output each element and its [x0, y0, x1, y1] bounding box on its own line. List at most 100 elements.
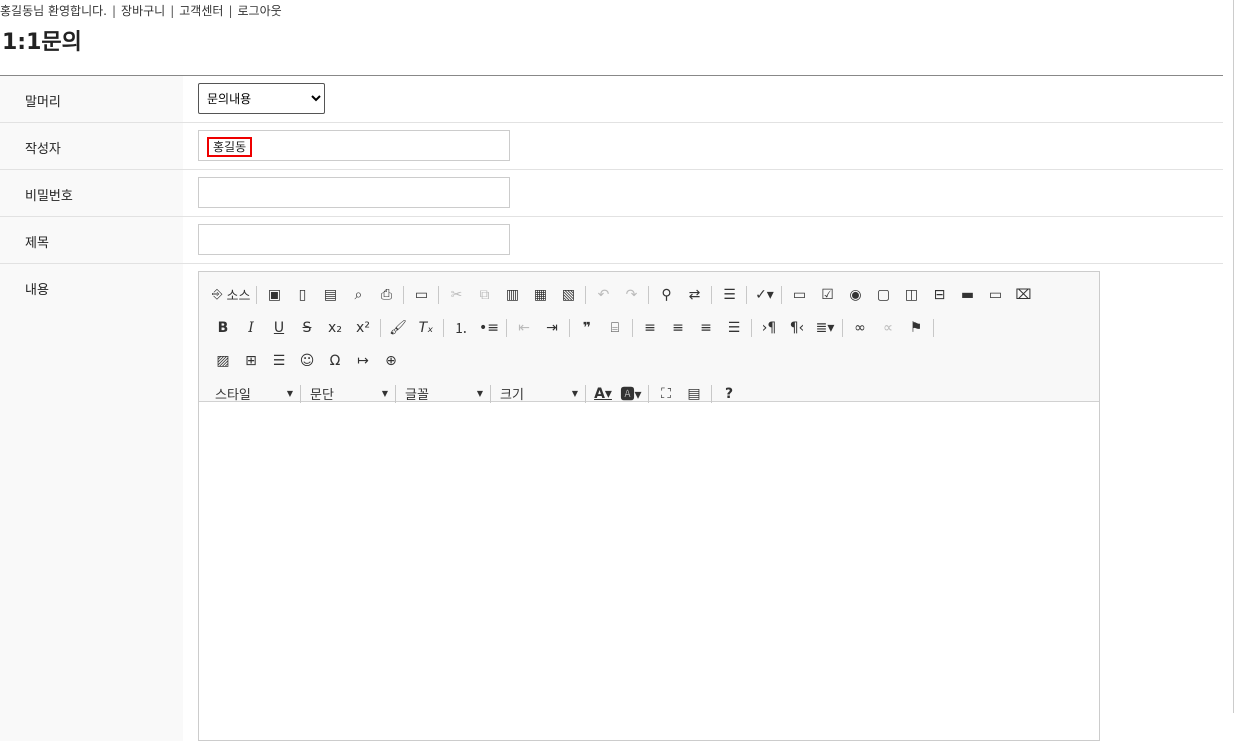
- align-justify-icon[interactable]: ☰: [723, 317, 745, 339]
- author-input[interactable]: 홍길동: [198, 130, 510, 161]
- special-char-icon[interactable]: Ω: [324, 350, 346, 372]
- source-button[interactable]: ⎆ 소스: [212, 284, 250, 306]
- toolbar-separator: [380, 319, 381, 337]
- strikethrough-icon[interactable]: S: [296, 317, 318, 339]
- toolbar-separator: [443, 319, 444, 337]
- toolbar-separator: [746, 286, 747, 304]
- save-icon[interactable]: ▣: [263, 284, 285, 306]
- outdent-icon[interactable]: ⇤: [513, 317, 535, 339]
- toolbar-row-1: ⎆ 소스 ▣ ▯ ▤ ⌕ ⎙ ▭ ✂ ⧉ ▥ ▦ ▧: [209, 278, 1099, 311]
- align-left-icon[interactable]: ≡: [639, 317, 661, 339]
- table-icon[interactable]: ⊞: [240, 350, 262, 372]
- preview-icon[interactable]: ⌕: [347, 284, 369, 306]
- category-select[interactable]: 문의내용: [198, 83, 325, 114]
- subject-input[interactable]: [198, 224, 510, 255]
- link-icon[interactable]: ∞: [849, 317, 871, 339]
- nav-divider: |: [228, 4, 232, 18]
- find-icon[interactable]: ⚲: [655, 284, 677, 306]
- spellcheck-icon[interactable]: ✓▾: [753, 284, 775, 306]
- background-color-icon[interactable]: 🅰▾: [620, 383, 642, 405]
- top-nav: 홍길동님 환영합니다.|장바구니|고객센터|로그아웃: [0, 2, 282, 19]
- button-icon[interactable]: ▬: [956, 284, 978, 306]
- support-link[interactable]: 고객센터: [179, 4, 223, 18]
- toolbar-separator: [569, 319, 570, 337]
- underline-icon[interactable]: U: [268, 317, 290, 339]
- toolbar-separator: [300, 385, 301, 403]
- nav-divider: |: [112, 4, 116, 18]
- welcome-text: 홍길동님 환영합니다.: [0, 4, 107, 18]
- bold-icon[interactable]: B: [212, 317, 234, 339]
- image-button-icon[interactable]: ▭: [984, 284, 1006, 306]
- blockquote-icon[interactable]: ❞: [576, 317, 598, 339]
- italic-icon[interactable]: I: [240, 317, 262, 339]
- form-icon[interactable]: ▭: [788, 284, 810, 306]
- templates-icon[interactable]: ▭: [410, 284, 432, 306]
- language-icon[interactable]: ≣▾: [814, 317, 836, 339]
- select-field-icon[interactable]: ⊟: [928, 284, 950, 306]
- checkbox-icon[interactable]: ☑: [816, 284, 838, 306]
- smiley-icon[interactable]: ☺: [296, 350, 318, 372]
- style-combo[interactable]: 스타일▼: [215, 384, 293, 403]
- font-combo[interactable]: 글꼴▼: [405, 384, 483, 403]
- subscript-icon[interactable]: x₂: [324, 317, 346, 339]
- image-icon[interactable]: ▨: [212, 350, 234, 372]
- print-icon[interactable]: ⎙: [375, 284, 397, 306]
- toolbar-separator: [933, 319, 934, 337]
- cut-icon[interactable]: ✂: [445, 284, 467, 306]
- textarea-icon[interactable]: ◫: [900, 284, 922, 306]
- align-right-icon[interactable]: ≡: [695, 317, 717, 339]
- iframe-globe-icon[interactable]: ⊕: [380, 350, 402, 372]
- rtl-icon[interactable]: ¶‹: [786, 317, 808, 339]
- format-combo-label: 문단: [310, 384, 334, 403]
- source-icon: ⎆: [212, 287, 222, 302]
- div-container-icon[interactable]: ⌸: [604, 317, 626, 339]
- source-label: 소스: [227, 285, 251, 304]
- indent-icon[interactable]: ⇥: [541, 317, 563, 339]
- format-combo[interactable]: 문단▼: [310, 384, 388, 403]
- new-page-icon[interactable]: ▯: [291, 284, 313, 306]
- help-icon[interactable]: ?: [718, 383, 740, 405]
- toolbar-separator: [648, 286, 649, 304]
- maximize-icon[interactable]: ⛶: [655, 383, 677, 405]
- editor-toolbar: ⎆ 소스 ▣ ▯ ▤ ⌕ ⎙ ▭ ✂ ⧉ ▥ ▦ ▧: [199, 272, 1099, 402]
- hidden-field-icon[interactable]: ⌧: [1012, 284, 1034, 306]
- subject-label: 제목: [0, 217, 183, 264]
- copy-icon[interactable]: ⧉: [473, 284, 495, 306]
- style-combo-label: 스타일: [215, 384, 251, 403]
- export-pdf-icon[interactable]: ▤: [319, 284, 341, 306]
- cart-link[interactable]: 장바구니: [121, 4, 165, 18]
- bulleted-list-icon[interactable]: •≡: [478, 317, 500, 339]
- undo-icon[interactable]: ↶: [592, 284, 614, 306]
- replace-icon[interactable]: ⇄: [683, 284, 705, 306]
- unlink-icon[interactable]: ∝: [877, 317, 899, 339]
- text-color-icon[interactable]: A▾: [592, 383, 614, 405]
- font-combo-label: 글꼴: [405, 384, 429, 403]
- password-label: 비밀번호: [0, 170, 183, 217]
- password-input[interactable]: [198, 177, 510, 208]
- size-combo[interactable]: 크기▼: [500, 384, 578, 403]
- toolbar-separator: [711, 385, 712, 403]
- textfield-icon[interactable]: ▢: [872, 284, 894, 306]
- editor-content-area[interactable]: [199, 402, 1099, 740]
- superscript-icon[interactable]: x²: [352, 317, 374, 339]
- align-center-icon[interactable]: ≡: [667, 317, 689, 339]
- select-all-icon[interactable]: ☰: [718, 284, 740, 306]
- horizontal-line-icon[interactable]: ☰: [268, 350, 290, 372]
- remove-format-icon[interactable]: Tₓ: [415, 317, 437, 339]
- page-break-icon[interactable]: ↦: [352, 350, 374, 372]
- paste-text-icon[interactable]: ▦: [529, 284, 551, 306]
- show-blocks-icon[interactable]: ▤: [683, 383, 705, 405]
- copy-format-icon[interactable]: 🖌: [387, 317, 409, 339]
- paste-word-icon[interactable]: ▧: [557, 284, 579, 306]
- toolbar-separator: [490, 385, 491, 403]
- numbered-list-icon[interactable]: ⒈: [450, 317, 472, 339]
- radio-icon[interactable]: ◉: [844, 284, 866, 306]
- logout-link[interactable]: 로그아웃: [237, 4, 281, 18]
- page-title: 1:1문의: [2, 24, 82, 56]
- paste-icon[interactable]: ▥: [501, 284, 523, 306]
- redo-icon[interactable]: ↷: [620, 284, 642, 306]
- anchor-flag-icon[interactable]: ⚑: [905, 317, 927, 339]
- form-row-content: 내용 ⎆ 소스 ▣ ▯ ▤ ⌕ ⎙ ▭ ✂: [0, 264, 1223, 741]
- category-label: 말머리: [0, 76, 183, 123]
- ltr-icon[interactable]: ›¶: [758, 317, 780, 339]
